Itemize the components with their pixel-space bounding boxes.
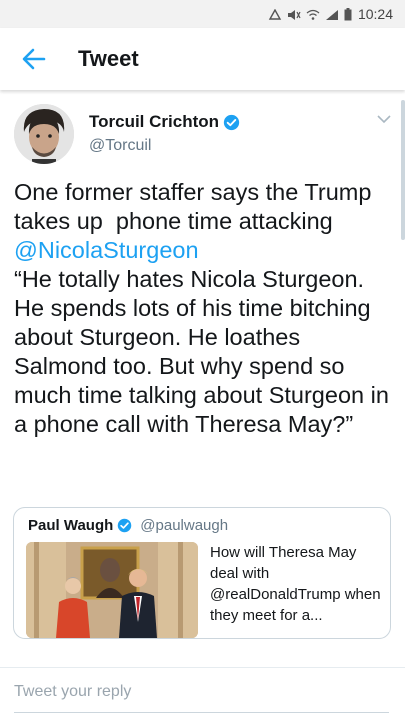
avatar[interactable] [14,104,74,164]
quoted-author-handle: @paulwaugh [140,517,229,534]
chevron-down-icon[interactable] [377,114,391,124]
signal-icon [325,8,339,20]
quoted-tweet[interactable]: Paul Waugh @paulwaugh How will Theresa M… [13,507,391,639]
quoted-tweet-photo[interactable] [26,542,198,638]
quoted-author-name: Paul Waugh [28,517,114,534]
status-icons [268,8,352,21]
author-info: Torcuil Crichton @Torcuil [89,112,240,155]
app-bar: Tweet [0,28,405,90]
quoted-tweet-text: How will Theresa May deal with @realDona… [210,544,381,624]
tweet-text-intro: One former staffer says the Trump takes … [14,179,378,234]
mute-icon [287,8,301,20]
author-name[interactable]: Torcuil Crichton [89,112,219,132]
arrow-left-icon [22,48,46,70]
wifi-icon [306,8,320,20]
verified-badge-icon [223,114,240,130]
quoted-tweet-header: Paul Waugh @paulwaugh [28,517,228,534]
back-button[interactable] [20,45,48,73]
battery-icon [344,8,352,21]
status-bar: 10:24 [0,0,405,28]
status-time: 10:24 [357,6,393,22]
tweet-text-quote: “He totally hates Nicola Sturgeon. He sp… [14,266,389,437]
author-name-row: Torcuil Crichton [89,112,240,132]
scrollbar[interactable] [401,100,405,240]
mention-link[interactable]: @NicolaSturgeon [14,237,199,263]
tweet-author-row: Torcuil Crichton @Torcuil [0,92,405,172]
tweet: Torcuil Crichton @Torcuil One former sta… [0,92,405,639]
reply-input-underline [14,712,389,713]
reply-input[interactable]: Tweet your reply [14,683,131,701]
divider [0,667,405,668]
author-handle[interactable]: @Torcuil [89,137,240,155]
page-title: Tweet [78,46,139,71]
verified-badge-icon [118,518,132,533]
tweet-text: One former staffer says the Trump takes … [14,178,392,439]
alarm-icon [268,8,282,20]
